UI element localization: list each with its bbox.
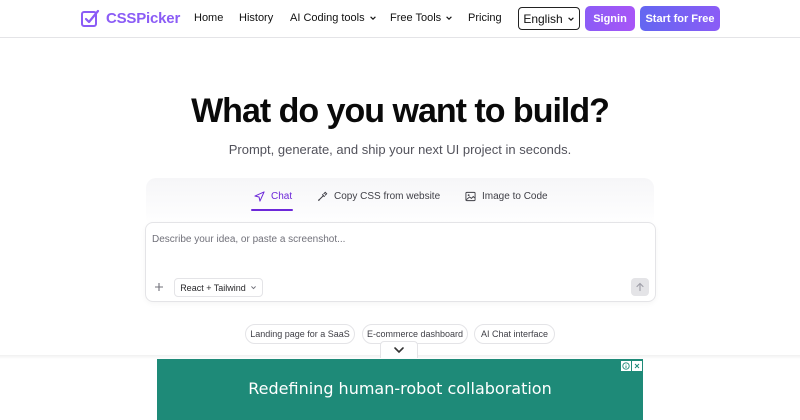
chevron-down-icon [394, 347, 404, 354]
start-for-free-button[interactable]: Start for Free [640, 6, 720, 31]
ad-controls [621, 361, 642, 371]
ad-info-icon[interactable] [621, 361, 631, 371]
hero-title: What do you want to build? [191, 92, 610, 130]
chevron-down-icon [369, 16, 376, 20]
send-button[interactable] [631, 278, 649, 296]
nav-history[interactable]: History [239, 12, 273, 24]
nav-history-label: History [239, 12, 274, 24]
tabs-background [146, 178, 654, 226]
nav-pricing[interactable]: Pricing [468, 12, 502, 24]
nav-pricing-label: Pricing [468, 12, 502, 24]
send-icon [254, 191, 265, 202]
nav-home-label: Home [194, 12, 224, 24]
logo-checkbox-icon [81, 9, 100, 27]
tab-image-to-code-label: Image to Code [482, 191, 548, 202]
nav-home[interactable]: Home [194, 12, 223, 24]
language-value: English [523, 11, 563, 26]
nav-ai-coding-tools[interactable]: AI Coding tools [290, 12, 377, 24]
logo[interactable]: CSSPicker [80, 8, 180, 28]
active-tab-indicator [251, 209, 293, 211]
suggestion-chip[interactable]: AI Chat interface [474, 324, 555, 344]
plus-icon [155, 283, 163, 291]
logo-text: CSSPicker [106, 9, 181, 27]
signin-button[interactable]: Signin [585, 6, 635, 31]
collapse-ad-button[interactable] [380, 341, 418, 358]
tab-chat[interactable]: Chat [254, 191, 292, 202]
language-select[interactable]: English [518, 7, 580, 30]
tab-chat-label: Chat [271, 191, 293, 202]
ad-headline[interactable]: Redefining human-robot collaboration [157, 379, 643, 398]
image-icon [465, 191, 476, 202]
ad-close-icon[interactable] [632, 361, 642, 371]
framework-select[interactable]: React + Tailwind [174, 278, 263, 297]
tab-image-to-code[interactable]: Image to Code [465, 191, 548, 202]
eyedropper-icon [317, 191, 328, 202]
chevron-down-icon [250, 286, 256, 290]
add-attachment-button[interactable] [152, 280, 166, 294]
chevron-down-icon [446, 16, 452, 20]
top-header: CSSPicker Home History AI Coding tools F… [0, 0, 800, 38]
tab-copy-css-label: Copy CSS from website [334, 191, 441, 202]
suggestion-chip[interactable]: Landing page for a SaaS [245, 324, 355, 344]
arrow-up-icon [636, 282, 644, 292]
nav-ai-coding-tools-label: AI Coding tools [290, 12, 365, 24]
nav-free-tools-label: Free Tools [390, 12, 442, 24]
chevron-down-icon [567, 16, 574, 21]
framework-value: React + Tailwind [180, 282, 246, 293]
tab-copy-css[interactable]: Copy CSS from website [317, 191, 440, 202]
prompt-input[interactable] [152, 230, 632, 248]
hero-subtitle: Prompt, generate, and ship your next UI … [228, 142, 572, 157]
nav-free-tools[interactable]: Free Tools [390, 12, 453, 24]
